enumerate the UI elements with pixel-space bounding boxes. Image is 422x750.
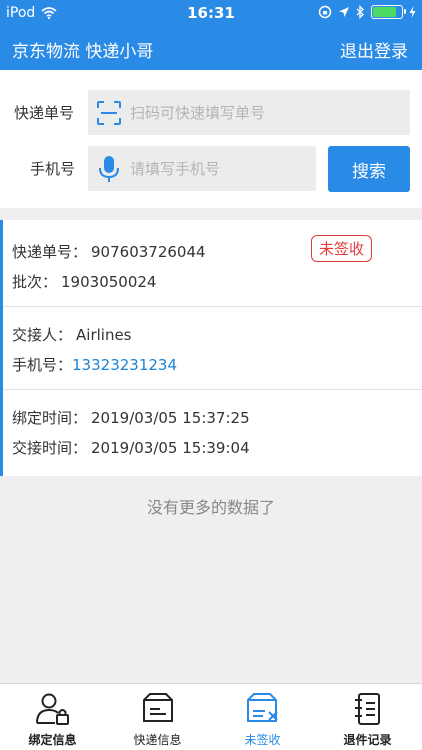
- divider: [3, 389, 422, 390]
- record-card[interactable]: 快递单号： 907603726044 未签收 批次： 1903050024 交接人：…: [0, 220, 422, 476]
- handover-time-label: 交接时间：: [12, 439, 88, 457]
- logout-button[interactable]: 退出登录: [340, 37, 408, 62]
- phone-label: 手机号: [30, 160, 76, 178]
- search-panel: 快递单号 扫码可快速填写单号 手机号 请填写手机号 搜索: [0, 70, 422, 208]
- package-icon: [142, 693, 173, 722]
- tracking-label: 快递单号: [14, 104, 75, 122]
- microphone-icon[interactable]: [96, 154, 122, 184]
- tracking-number-input[interactable]: 扫码可快速填写单号: [88, 90, 410, 135]
- battery-icon: [371, 5, 406, 19]
- handover-label: 交接人：: [12, 326, 73, 344]
- phone-row: 手机号：13323231234: [12, 354, 177, 375]
- scan-icon[interactable]: [96, 100, 122, 126]
- battery-fill: [373, 7, 396, 17]
- handover-time-row: 交接时间： 2019/03/05 15:39:04: [12, 437, 250, 458]
- nav-bar: 京东物流 快递小哥 退出登录: [0, 28, 422, 70]
- divider: [3, 306, 422, 307]
- location-icon: [339, 7, 349, 17]
- tab-binding-info[interactable]: 绑定信息: [0, 684, 105, 750]
- handover-value: Airlines: [76, 326, 132, 344]
- handover-row: 交接人： Airlines: [12, 324, 132, 345]
- tab-label: 退件记录: [343, 733, 392, 747]
- no-more-data-text: 没有更多的数据了: [146, 498, 275, 517]
- search-button[interactable]: 搜索: [328, 146, 410, 192]
- bluetooth-icon: [356, 5, 364, 19]
- tab-return-records[interactable]: 退件记录: [315, 684, 420, 750]
- status-badge: 未签收: [311, 235, 373, 262]
- handover-time-value: 2019/03/05 15:39:04: [91, 439, 250, 457]
- phone-input[interactable]: 请填写手机号: [88, 146, 316, 191]
- batch-row: 批次： 1903050024: [12, 271, 156, 292]
- tracking-no-value: 907603726044: [91, 243, 206, 261]
- notebook-icon: [354, 693, 380, 725]
- bind-time-row: 绑定时间： 2019/03/05 15:37:25: [12, 407, 250, 428]
- unsigned-package-icon: [246, 693, 278, 722]
- batch-label: 批次：: [12, 273, 58, 291]
- tab-bar: 绑定信息 快递信息 未签收 退件记录: [0, 683, 422, 750]
- phone-link[interactable]: 13323231234: [72, 356, 177, 374]
- tab-label: 未签收: [244, 733, 281, 747]
- page-title: 京东物流 快递小哥: [12, 42, 154, 62]
- bind-time-label: 绑定时间：: [12, 409, 88, 427]
- bind-time-value: 2019/03/05 15:37:25: [91, 409, 250, 427]
- status-right: [318, 5, 416, 19]
- tracking-no-label: 快递单号：: [12, 243, 88, 261]
- status-bar: iPod 16:31: [0, 0, 422, 28]
- batch-value: 1903050024: [61, 273, 157, 291]
- tab-express-info[interactable]: 快递信息: [105, 684, 210, 750]
- tracking-row: 快递单号： 907603726044: [12, 241, 206, 262]
- rotation-lock-icon: [318, 5, 332, 19]
- user-lock-icon: [35, 693, 69, 725]
- tracking-placeholder: 扫码可快速填写单号: [130, 104, 266, 122]
- tab-unsigned[interactable]: 未签收: [210, 684, 315, 750]
- phone-row-label: 手机号：: [12, 356, 73, 374]
- phone-placeholder: 请填写手机号: [130, 160, 221, 178]
- tab-label: 快递信息: [133, 733, 182, 747]
- charging-icon: [409, 6, 416, 18]
- tab-label: 绑定信息: [28, 733, 77, 747]
